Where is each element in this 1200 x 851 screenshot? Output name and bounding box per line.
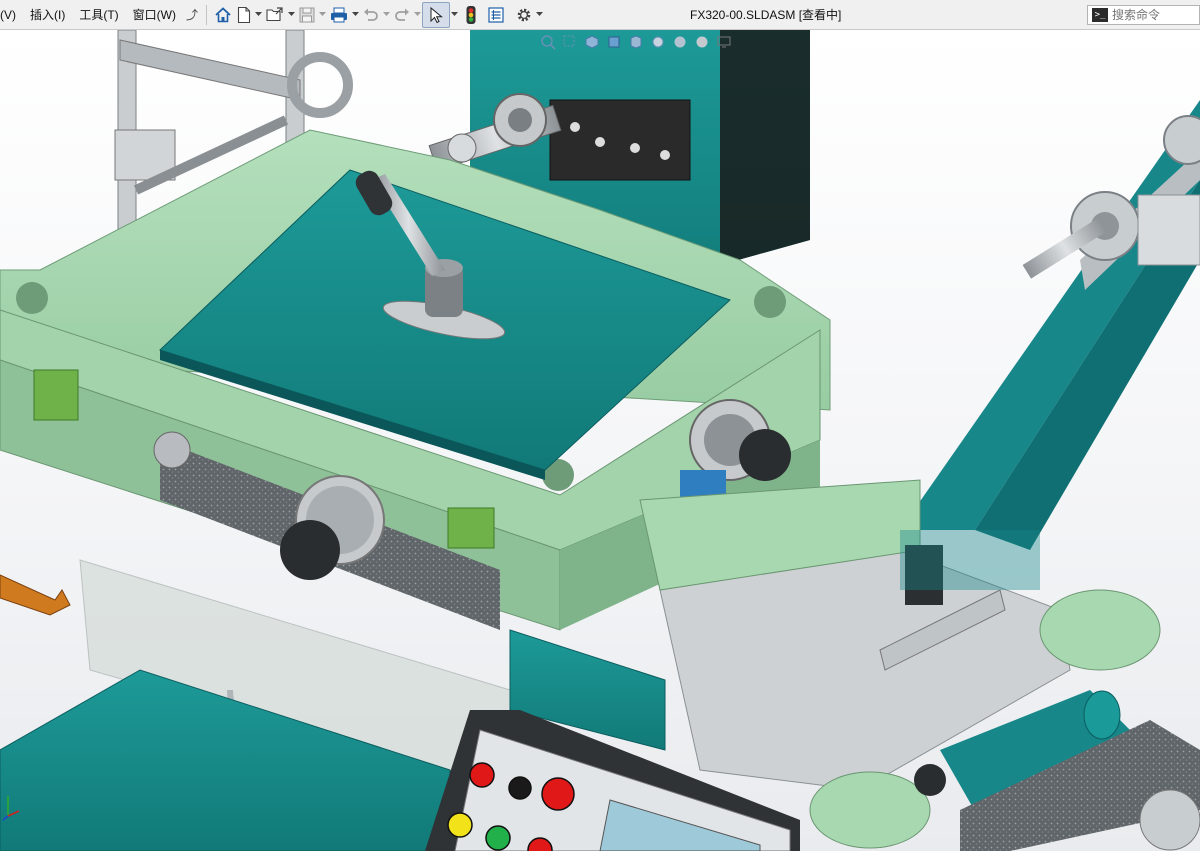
menu-insert[interactable]: 插入(I) <box>23 0 72 30</box>
open-dropdown-caret[interactable] <box>287 2 296 28</box>
display-style-icon[interactable] <box>628 34 644 50</box>
command-prompt-icon: >_ <box>1092 8 1108 22</box>
undo-button[interactable] <box>360 2 382 28</box>
traffic-light-icon <box>466 5 476 24</box>
options-gear-icon <box>517 8 531 21</box>
undo-dropdown-caret[interactable] <box>382 2 391 28</box>
document-title: FX320-00.SLDASM [查看中] <box>690 8 842 22</box>
open-folder-icon <box>266 6 283 21</box>
save-icon <box>299 7 315 22</box>
file-properties-icon <box>488 6 504 23</box>
orange-crank-handle[interactable] <box>0 574 71 616</box>
print-dropdown-caret[interactable] <box>351 2 360 28</box>
new-document-icon <box>237 6 251 23</box>
menubar: (V) 插入(I) 工具(T) 窗口(W) ⤴ <box>0 0 1200 30</box>
zoom-to-fit-icon[interactable] <box>540 34 556 50</box>
command-search[interactable]: >_ <box>1087 5 1200 25</box>
scene-icon[interactable] <box>694 34 710 50</box>
section-view-icon[interactable] <box>584 34 600 50</box>
heads-up-view-toolbar <box>540 34 732 50</box>
rebuild-button[interactable] <box>463 2 479 28</box>
home-button[interactable] <box>212 2 234 28</box>
hide-show-icon[interactable] <box>650 34 666 50</box>
menu-window[interactable]: 窗口(W) <box>126 0 183 30</box>
search-input[interactable] <box>1112 8 1198 22</box>
select-dropdown-caret[interactable] <box>450 2 459 28</box>
save-dropdown-caret[interactable] <box>318 2 327 28</box>
zoom-area-icon[interactable] <box>562 34 578 50</box>
new-dropdown-caret[interactable] <box>254 2 263 28</box>
panel-button-5[interactable] <box>485 825 511 851</box>
graphics-viewport[interactable] <box>0 30 1200 851</box>
file-properties-button[interactable] <box>485 2 507 28</box>
menu-tools[interactable]: 工具(T) <box>72 0 125 30</box>
coordinate-triad-icon <box>2 796 20 821</box>
redo-icon <box>395 8 409 21</box>
print-button[interactable] <box>327 2 351 28</box>
options-dropdown-caret[interactable] <box>535 2 544 28</box>
assembly-model[interactable] <box>0 30 1200 851</box>
redo-dropdown-caret[interactable] <box>413 2 422 28</box>
display-monitor-icon[interactable] <box>716 34 732 50</box>
select-cursor-icon <box>430 6 443 23</box>
view-orientation-icon[interactable] <box>606 34 622 50</box>
home-icon <box>215 6 231 22</box>
panel-button-2[interactable] <box>508 776 532 800</box>
toolbar-separator <box>205 4 207 25</box>
save-button[interactable] <box>296 2 318 28</box>
right-feed-frame[interactable] <box>900 100 1200 550</box>
options-button[interactable] <box>513 2 535 28</box>
panel-button-4[interactable] <box>447 812 473 838</box>
redo-button[interactable] <box>391 2 413 28</box>
panel-button-3[interactable] <box>541 777 575 811</box>
print-icon <box>330 7 347 22</box>
undo-icon <box>363 8 378 21</box>
menu-view[interactable]: (V) <box>0 0 23 30</box>
open-button[interactable] <box>263 2 287 28</box>
panel-button-1[interactable] <box>469 762 495 788</box>
new-document-button[interactable] <box>234 2 254 28</box>
select-button[interactable] <box>421 1 450 28</box>
pin-icon[interactable]: ⤴ <box>183 0 201 30</box>
appearance-icon[interactable] <box>672 34 688 50</box>
